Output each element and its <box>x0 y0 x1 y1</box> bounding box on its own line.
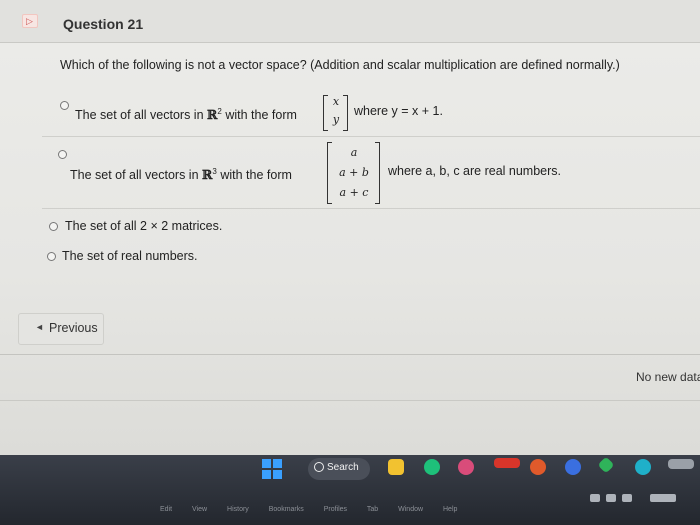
option-3-radio[interactable] <box>49 222 58 231</box>
option-4-radio[interactable] <box>47 252 56 261</box>
option-2-radio[interactable] <box>58 150 67 159</box>
vector-1-entry: x <box>332 95 340 108</box>
vector-2-entry: a <box>350 146 358 159</box>
option-divider <box>42 136 700 137</box>
previous-button-label: Previous <box>49 321 98 335</box>
chrome-icon[interactable] <box>530 459 546 475</box>
previous-button[interactable]: ◄ Previous <box>18 313 104 345</box>
taskbar-search-input[interactable]: Search <box>308 458 370 480</box>
taskbar: Search Edit View History Bookmarks Profi… <box>0 455 700 525</box>
search-label: Search <box>327 462 359 473</box>
vector-2-right-bracket <box>375 142 380 204</box>
vector-2-entry: a + b <box>339 166 369 179</box>
section-divider <box>0 354 700 355</box>
option-2-condition: where a, b, c are real numbers. <box>388 164 561 178</box>
vector-1-entry: y <box>332 113 340 126</box>
vector-1-left-bracket <box>323 95 328 131</box>
menu-item-history[interactable]: History <box>227 506 249 513</box>
option-1-condition: where y = x + 1. <box>354 104 443 118</box>
option-3-text: The set of all 2 × 2 matrices. <box>65 219 223 233</box>
file-explorer-icon[interactable] <box>388 459 404 475</box>
left-arrow-icon: ◄ <box>35 322 44 332</box>
menu-item-profiles[interactable]: Profiles <box>324 506 347 513</box>
question-header: ▷ Question 21 <box>0 0 700 43</box>
vector-1-right-bracket <box>343 95 348 131</box>
menu-item-edit[interactable]: Edit <box>160 506 172 513</box>
spotify-icon[interactable] <box>424 459 440 475</box>
app-icon[interactable] <box>597 456 615 474</box>
tray-icon[interactable] <box>622 494 632 502</box>
menu-bar: Edit View History Bookmarks Profiles Tab… <box>160 506 475 513</box>
option-4-text: The set of real numbers. <box>62 249 198 263</box>
flag-question-icon[interactable]: ▷ <box>22 14 38 28</box>
browser-icon[interactable] <box>458 459 474 475</box>
menu-item-bookmarks[interactable]: Bookmarks <box>269 506 304 513</box>
option-2-text: The set of all vectors in ℝ3 with the fo… <box>70 167 292 183</box>
app-icon[interactable] <box>565 459 581 475</box>
menu-item-tab[interactable]: Tab <box>367 506 378 513</box>
option-1-text: The set of all vectors in ℝ2 with the fo… <box>75 107 297 123</box>
windows-start-icon[interactable] <box>262 459 282 479</box>
menu-item-window[interactable]: Window <box>398 506 423 513</box>
tray-icon[interactable] <box>650 494 676 502</box>
app-icon[interactable] <box>668 459 694 469</box>
app-icon[interactable] <box>494 458 520 468</box>
section-divider <box>0 400 700 401</box>
no-new-data-text: No new data <box>636 370 700 384</box>
menu-item-view[interactable]: View <box>192 506 207 513</box>
option-1-radio[interactable] <box>60 101 69 110</box>
question-prompt: Which of the following is not a vector s… <box>60 58 620 72</box>
search-icon <box>314 462 324 472</box>
quiz-page: ▷ Question 21 Which of the following is … <box>0 0 700 455</box>
app-icon[interactable] <box>635 459 651 475</box>
tray-icon[interactable] <box>606 494 616 502</box>
menu-item-help[interactable]: Help <box>443 506 457 513</box>
tray-icon[interactable] <box>590 494 600 502</box>
option-divider <box>42 208 700 209</box>
question-title: Question 21 <box>63 16 144 32</box>
vector-2-entry: a + c <box>339 186 369 199</box>
